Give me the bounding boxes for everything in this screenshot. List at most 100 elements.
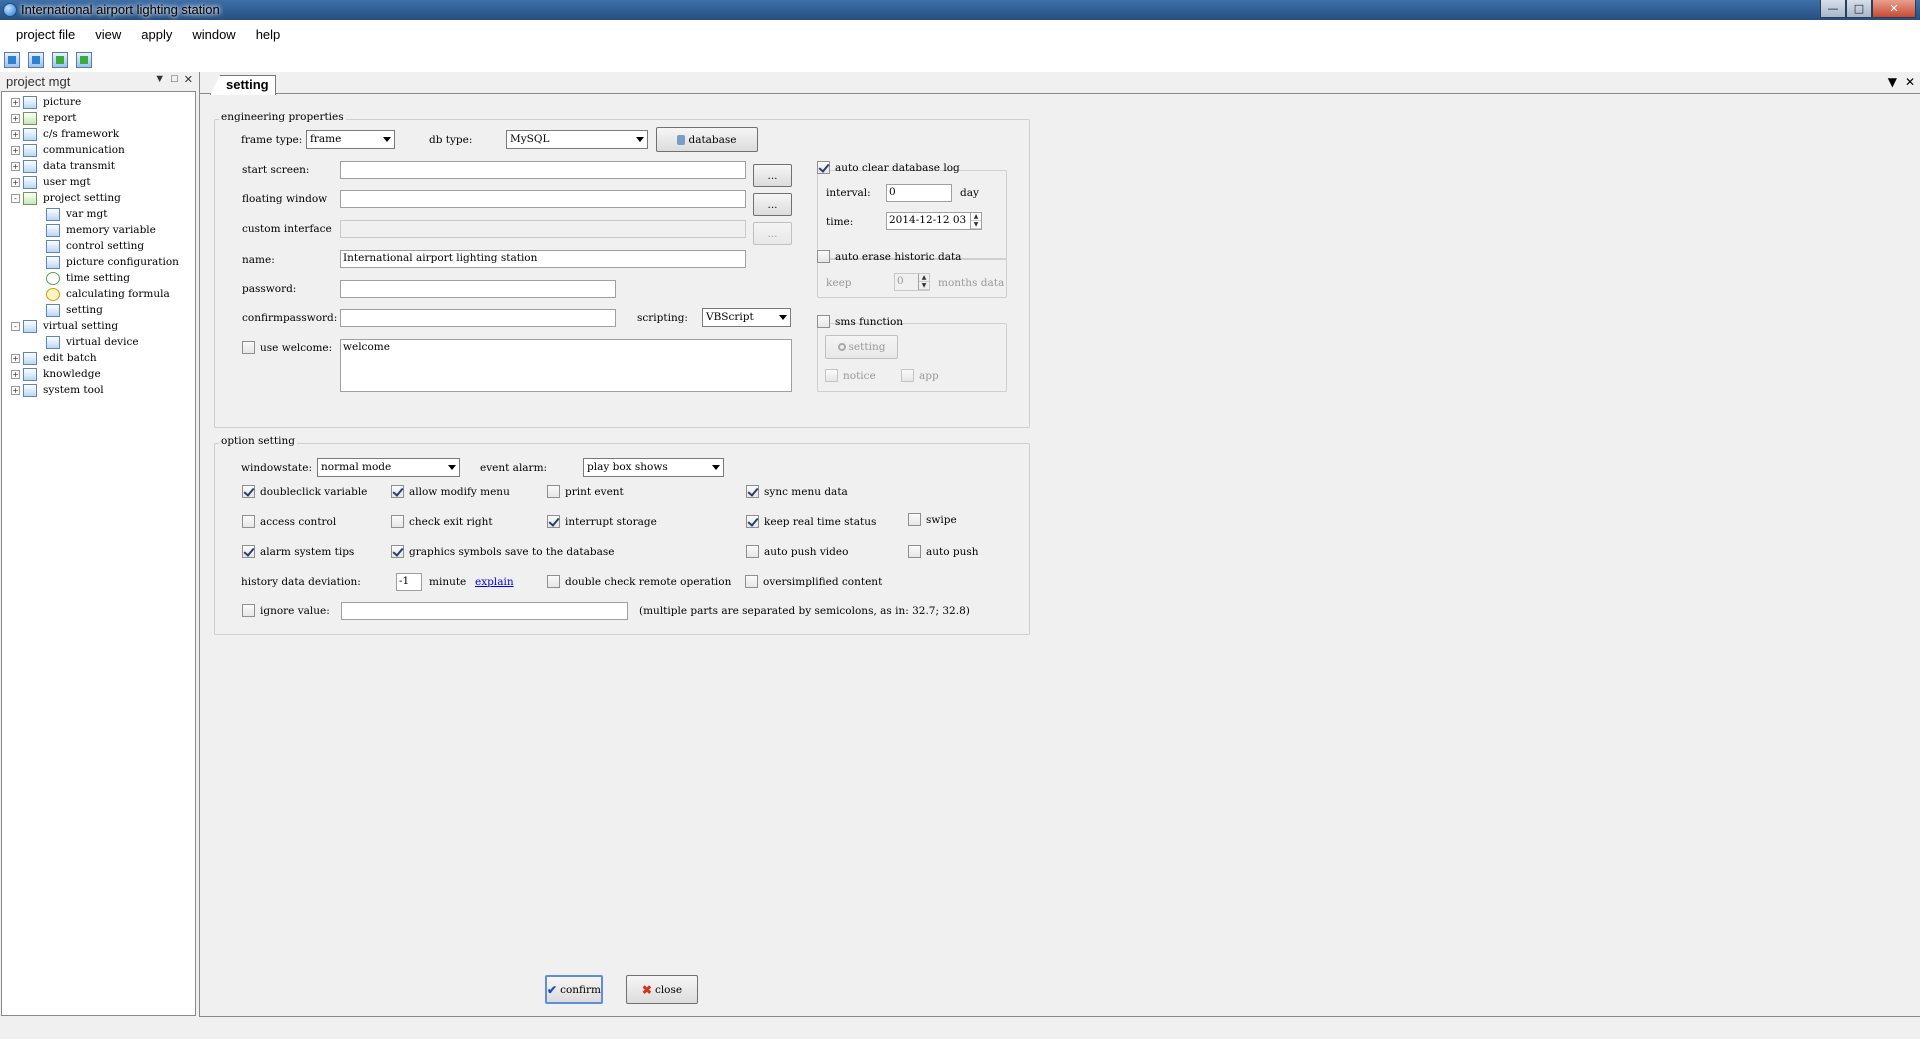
menu-apply[interactable]: apply — [133, 27, 180, 42]
checkbox-box — [391, 485, 404, 498]
expand-icon[interactable]: + — [11, 369, 20, 379]
keep-real-time-status-checkbox[interactable]: keep real time status — [746, 515, 876, 528]
maximize-button[interactable]: □ — [1846, 0, 1872, 18]
check-exit-right-checkbox[interactable]: check exit right — [391, 515, 493, 528]
swipe-checkbox[interactable]: swipe — [908, 513, 957, 526]
expand-icon[interactable]: + — [11, 161, 20, 171]
access-control-label: access control — [260, 515, 337, 528]
close-icon[interactable]: ✕ — [184, 73, 193, 86]
tree-item[interactable]: + edit batch — [2, 350, 195, 366]
new-project-icon[interactable] — [4, 52, 20, 68]
tree-item[interactable]: var mgt — [2, 206, 195, 222]
allow-modify-menu-checkbox[interactable]: allow modify menu — [391, 485, 510, 498]
add-icon[interactable] — [76, 52, 92, 68]
floating-window-browse-button[interactable]: ... — [753, 193, 792, 216]
tree-item[interactable]: picture configuration — [2, 254, 195, 270]
menu-window[interactable]: window — [184, 27, 243, 42]
save-icon[interactable] — [52, 52, 68, 68]
interrupt-storage-checkbox[interactable]: interrupt storage — [547, 515, 657, 528]
time-spinner[interactable]: ▲ ▼ — [970, 213, 981, 229]
minimize-button[interactable]: — — [1820, 0, 1846, 18]
history-deviation-input[interactable]: -1 — [396, 573, 422, 591]
tree-item[interactable]: + c/s framework — [2, 126, 195, 142]
menu-project-file[interactable]: project file — [8, 27, 83, 42]
tree-item[interactable]: + picture — [2, 94, 195, 110]
tree-item[interactable]: + data transmit — [2, 158, 195, 174]
name-input[interactable]: International airport lighting station — [340, 250, 746, 268]
tree-item[interactable]: memory variable — [2, 222, 195, 238]
pin-icon[interactable]: □ — [171, 73, 178, 86]
chevron-down-icon[interactable]: ▼ — [1888, 75, 1897, 89]
welcome-textarea[interactable]: welcome — [340, 339, 792, 392]
graphics-symbols-checkbox[interactable]: graphics symbols save to the database — [391, 545, 614, 558]
auto-push-video-checkbox[interactable]: auto push video — [746, 545, 848, 558]
frame-type-select[interactable]: frame — [306, 130, 395, 149]
doubleclick-variable-checkbox[interactable]: doubleclick variable — [242, 485, 367, 498]
event-alarm-select[interactable]: play box shows — [583, 458, 724, 477]
sync-menu-data-checkbox[interactable]: sync menu data — [746, 485, 848, 498]
tree-item[interactable]: + report — [2, 110, 195, 126]
menu-help[interactable]: help — [248, 27, 289, 42]
oversimplified-content-checkbox[interactable]: oversimplified content — [745, 575, 882, 588]
chevron-down-icon[interactable]: ▼ — [154, 73, 165, 86]
close-window-button[interactable]: ✕ — [1872, 0, 1916, 18]
access-control-checkbox[interactable]: access control — [242, 515, 336, 528]
tree-item[interactable]: + knowledge — [2, 366, 195, 382]
floating-window-input[interactable] — [340, 190, 746, 208]
windowstate-select[interactable]: normal mode — [317, 458, 460, 477]
start-screen-browse-button[interactable]: ... — [753, 164, 792, 187]
tab-setting[interactable]: setting — [210, 75, 276, 95]
sms-function-checkbox[interactable]: sms function — [817, 315, 903, 328]
checkbox-box — [391, 545, 404, 558]
tree-item[interactable]: + system tool — [2, 382, 195, 398]
tree-item[interactable]: - virtual setting — [2, 318, 195, 334]
setting-icon — [46, 303, 60, 317]
auto-clear-checkbox[interactable]: auto clear database log — [817, 161, 960, 174]
tree-item[interactable]: setting — [2, 302, 195, 318]
confirm-button[interactable]: ✔ confirm — [545, 975, 603, 1004]
tree-item[interactable]: + communication — [2, 142, 195, 158]
auto-erase-checkbox[interactable]: auto erase historic data — [817, 250, 961, 263]
confirm-password-input[interactable] — [340, 309, 616, 327]
time-input[interactable]: 2014-12-12 03 ▲ ▼ — [886, 212, 982, 230]
alarm-system-tips-checkbox[interactable]: alarm system tips — [242, 545, 354, 558]
tree-item[interactable]: time setting — [2, 270, 195, 286]
checkbox-box — [242, 545, 255, 558]
close-tab-icon[interactable]: ✕ — [1905, 75, 1915, 89]
interval-input[interactable]: 0 — [886, 184, 952, 202]
expand-icon[interactable]: + — [11, 353, 20, 363]
db-type-select[interactable]: MySQL — [506, 130, 648, 149]
expand-icon[interactable]: + — [11, 145, 20, 155]
use-welcome-checkbox[interactable]: use welcome: — [242, 341, 332, 354]
explain-link[interactable]: explain — [475, 576, 514, 588]
tree-item[interactable]: - project setting — [2, 190, 195, 206]
print-event-checkbox[interactable]: print event — [547, 485, 624, 498]
auto-push-checkbox[interactable]: auto push — [908, 545, 979, 558]
expand-icon[interactable]: + — [11, 113, 20, 123]
start-screen-input[interactable] — [340, 161, 746, 179]
tree-item[interactable]: + user mgt — [2, 174, 195, 190]
var-icon — [46, 207, 60, 221]
checkbox-box — [817, 161, 830, 174]
tree-item[interactable]: control setting — [2, 238, 195, 254]
scripting-select[interactable]: VBScript — [702, 308, 791, 327]
ignore-value-checkbox[interactable]: ignore value: — [242, 604, 330, 617]
browse-label: ... — [767, 169, 778, 182]
expand-icon[interactable]: + — [11, 385, 20, 395]
expand-icon[interactable]: + — [11, 177, 20, 187]
menu-view[interactable]: view — [87, 27, 129, 42]
close-button[interactable]: ✖ close — [626, 975, 698, 1004]
open-project-icon[interactable] — [28, 52, 44, 68]
database-button[interactable]: database — [656, 127, 758, 152]
password-input[interactable] — [340, 280, 616, 298]
expand-icon[interactable]: + — [11, 97, 20, 107]
keep-spinner: ▲ ▼ — [918, 274, 929, 290]
tree-item[interactable]: virtual device — [2, 334, 195, 350]
collapse-icon[interactable]: - — [11, 321, 20, 331]
collapse-icon[interactable]: - — [11, 193, 20, 203]
double-check-remote-checkbox[interactable]: double check remote operation — [547, 575, 731, 588]
ignore-value-input[interactable] — [341, 602, 628, 620]
setting-content: engineering properties frame type: frame… — [200, 95, 1920, 1017]
tree-item[interactable]: calculating formula — [2, 286, 195, 302]
expand-icon[interactable]: + — [11, 129, 20, 139]
